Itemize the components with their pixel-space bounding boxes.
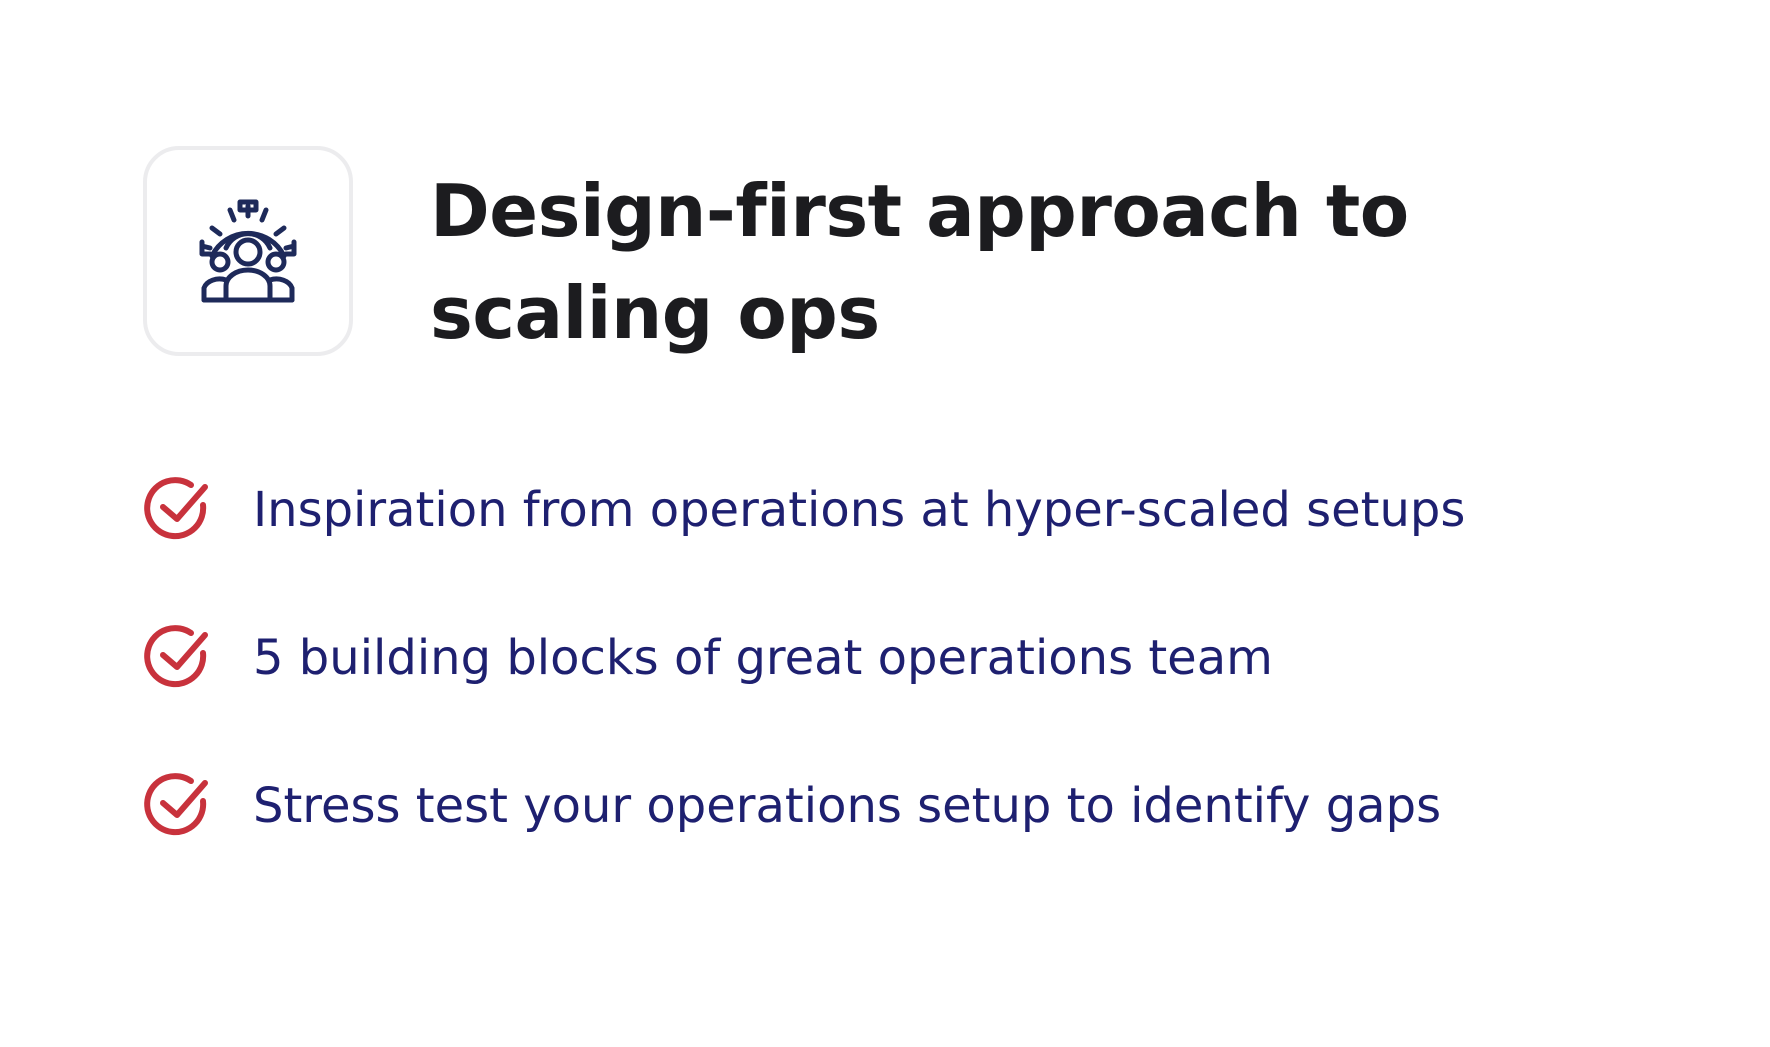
section-title: Design-first approach to scaling ops xyxy=(430,169,1409,355)
feature-item: Inspiration from operations at hyper-sca… xyxy=(143,475,1703,545)
feature-text: Inspiration from operations at hyper-sca… xyxy=(253,482,1466,538)
feature-text: Stress test your operations setup to ide… xyxy=(253,778,1442,834)
check-circle-icon xyxy=(144,625,208,688)
check-circle-icon xyxy=(144,773,208,836)
check-circle-icon xyxy=(144,477,208,540)
feature-text: 5 building blocks of great operations te… xyxy=(253,630,1273,686)
team-gear-icon xyxy=(199,199,297,303)
feature-item: 5 building blocks of great operations te… xyxy=(143,623,1703,693)
feature-item: Stress test your operations setup to ide… xyxy=(143,771,1703,841)
feature-list: Inspiration from operations at hyper-sca… xyxy=(143,475,1703,919)
icon-tile xyxy=(143,146,353,356)
feature-card: Design-first approach to scaling ops Ins… xyxy=(0,0,1770,1047)
